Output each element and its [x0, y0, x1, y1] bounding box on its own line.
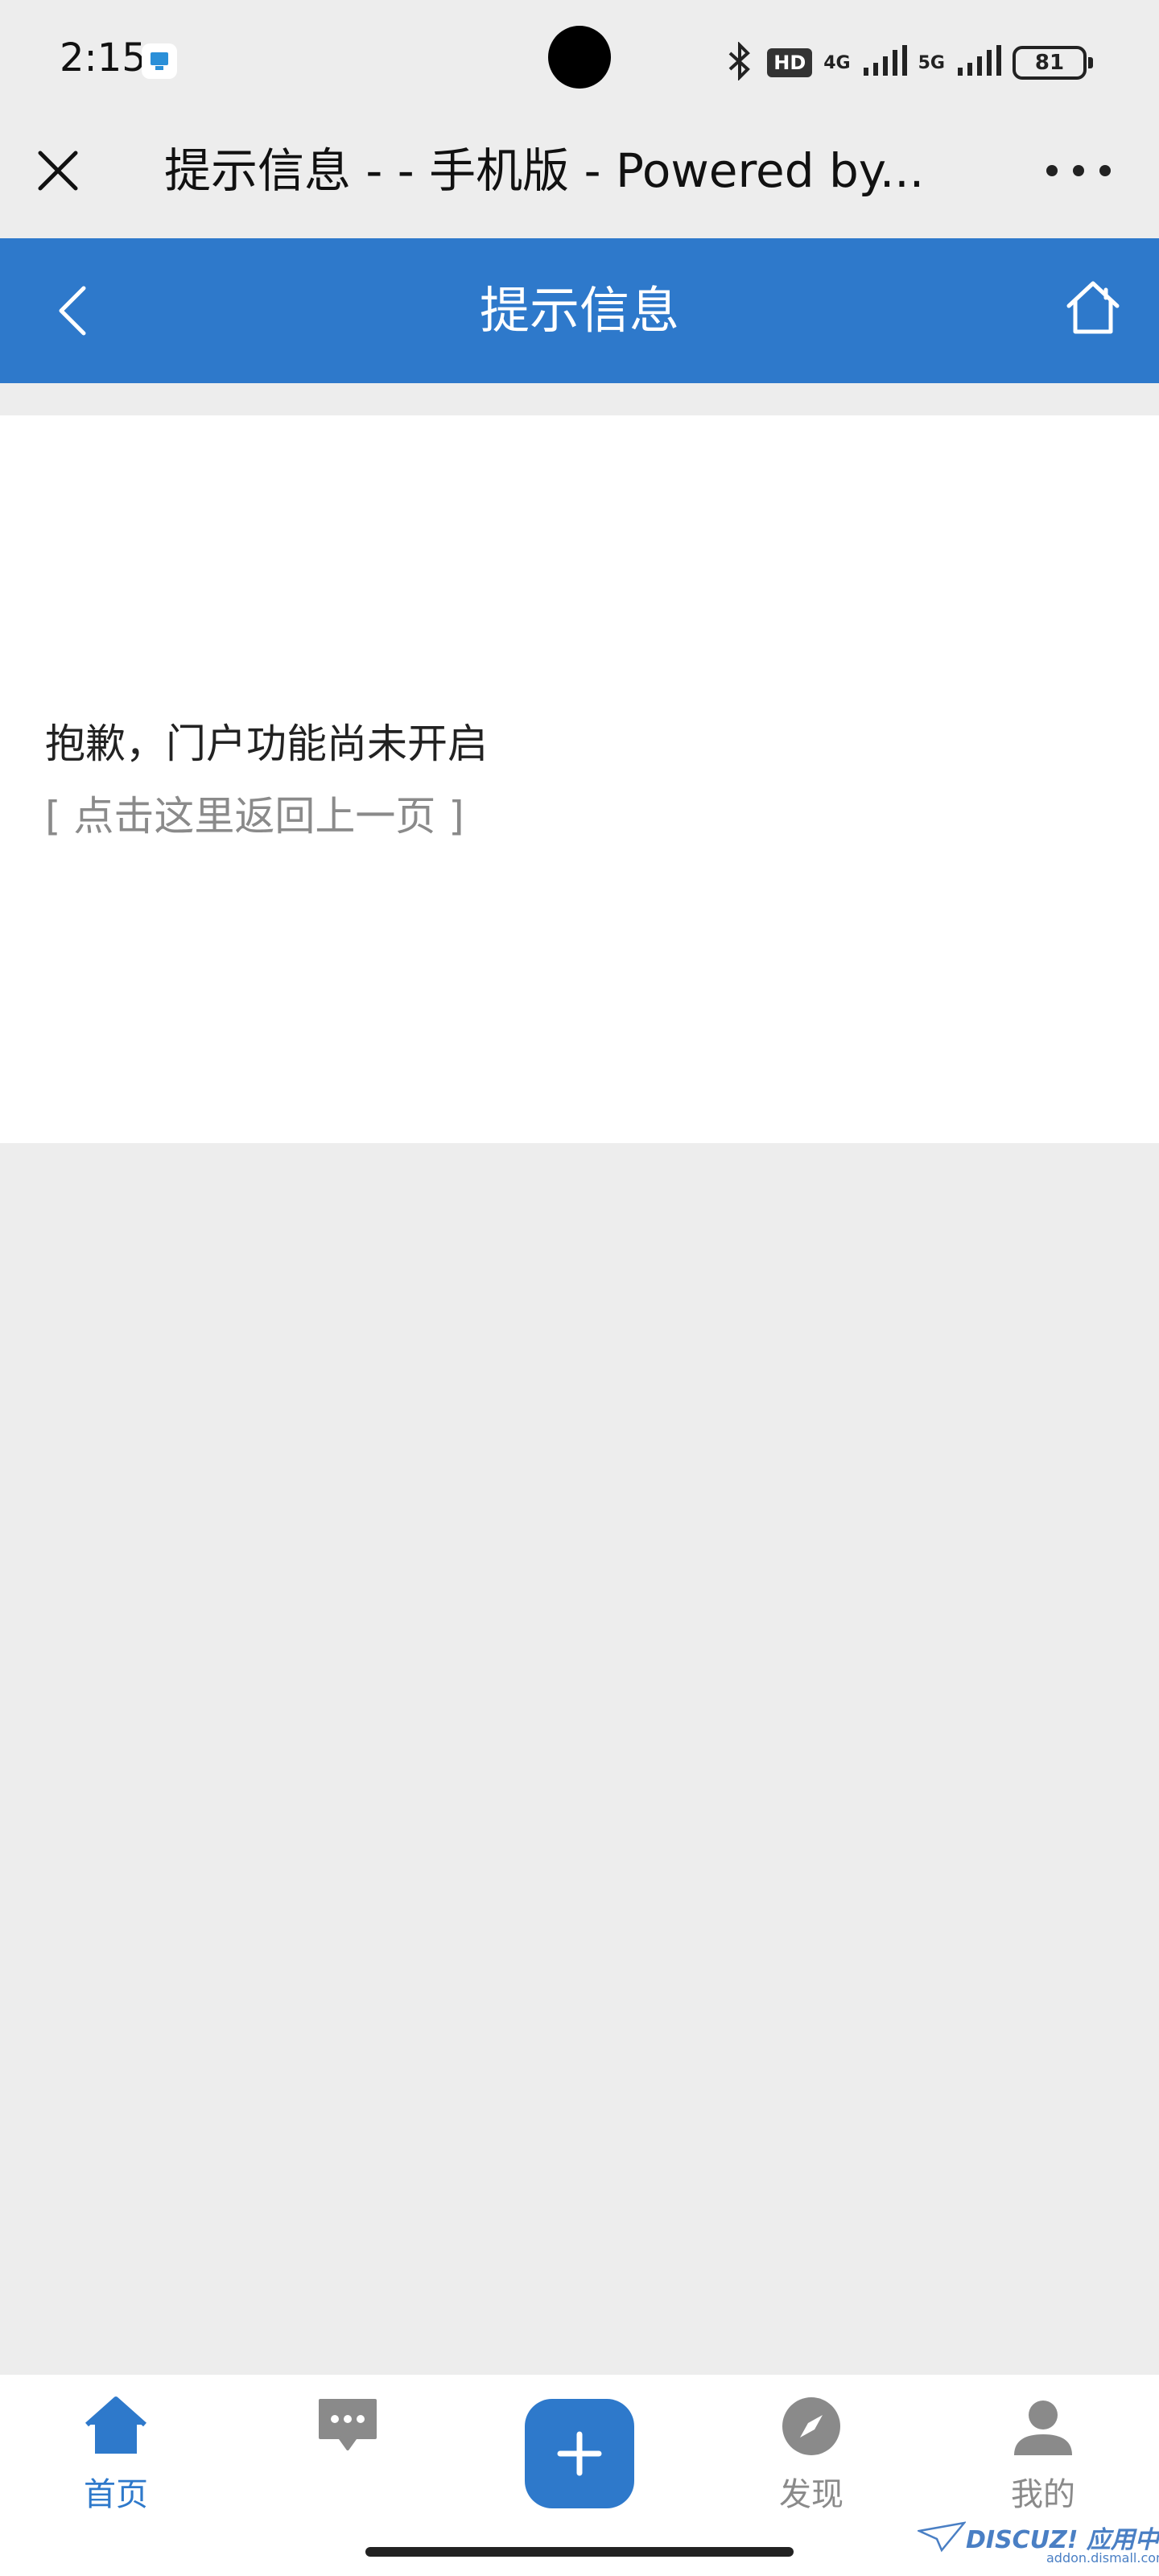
- nav-item-discover[interactable]: 发现: [731, 2394, 892, 2531]
- watermark-url: addon.dismall.com: [1046, 2550, 1159, 2566]
- home-icon: [84, 2394, 148, 2458]
- add-post-button[interactable]: [525, 2399, 634, 2508]
- back-arrow-icon[interactable]: [42, 280, 103, 341]
- compass-icon: [779, 2394, 843, 2458]
- message-card: 抱歉，门户功能尚未开启 [ 点击这里返回上一页 ]: [0, 415, 1159, 1143]
- home-indicator[interactable]: [365, 2547, 794, 2557]
- status-bar: 2:15 HD 4G 5G 81: [0, 0, 1159, 121]
- nav-item-home[interactable]: 首页: [35, 2394, 196, 2531]
- nav-label-profile: 我的: [1011, 2476, 1075, 2513]
- watermark-logo: DISCUZ! 应用中心 addon.dismall.com: [918, 2520, 1159, 2568]
- browser-page-title: 提示信息 - - 手机版 - Powered by...: [164, 143, 925, 198]
- app-header: 提示信息: [0, 238, 1159, 383]
- nav-label-home: 首页: [84, 2476, 148, 2513]
- more-options-icon[interactable]: [1046, 153, 1111, 188]
- signal-icon: [956, 45, 1001, 80]
- nav-label-discover: 发现: [779, 2476, 843, 2513]
- message-icon: [316, 2394, 380, 2458]
- network-5g-label: 5G: [918, 52, 945, 73]
- hd-voice-badge: HD: [767, 48, 813, 77]
- signal-icon: [862, 45, 907, 80]
- return-link[interactable]: [ 点击这里返回上一页 ]: [45, 784, 464, 842]
- camera-cutout: [548, 26, 611, 89]
- status-indicators: HD 4G 5G 81: [724, 39, 1093, 87]
- user-icon: [1011, 2394, 1075, 2458]
- network-4g-label: 4G: [823, 52, 851, 73]
- nav-item-profile[interactable]: 我的: [963, 2394, 1124, 2531]
- page-title: 提示信息: [479, 281, 679, 340]
- battery-icon: 81: [1013, 46, 1093, 80]
- home-icon[interactable]: [1061, 275, 1125, 340]
- browser-title-bar: 提示信息 - - 手机版 - Powered by...: [0, 121, 1159, 238]
- nav-item-messages[interactable]: [267, 2394, 428, 2531]
- status-time: 2:15: [60, 35, 146, 80]
- close-icon[interactable]: [32, 145, 84, 196]
- notice-message: 抱歉，门户功能尚未开启: [45, 720, 488, 767]
- bluetooth-icon: [724, 41, 756, 84]
- paper-plane-icon: [918, 2521, 966, 2553]
- plus-icon: [557, 2431, 602, 2476]
- app-notification-icon: [142, 43, 177, 79]
